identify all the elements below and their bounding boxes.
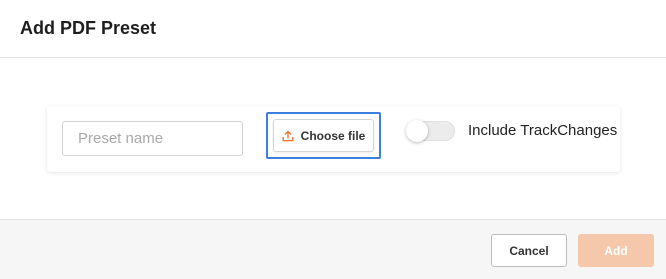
add-pdf-preset-dialog: Add PDF Preset Choose file Include Track… [0,0,666,279]
add-button[interactable]: Add [578,234,654,267]
preset-form-card: Choose file Include TrackChanges [47,106,620,172]
upload-icon [282,130,294,142]
track-changes-label: Include TrackChanges [468,122,618,139]
cancel-button[interactable]: Cancel [491,234,567,267]
dialog-header: Add PDF Preset [0,0,666,58]
toggle-knob [406,120,428,142]
dialog-body: Choose file Include TrackChanges [0,58,666,219]
track-changes-toggle[interactable] [406,120,455,142]
choose-file-button[interactable]: Choose file [273,119,374,152]
dialog-title: Add PDF Preset [20,18,157,38]
choose-file-label: Choose file [300,128,366,143]
dialog-footer: Cancel Add [0,219,666,279]
preset-name-input[interactable] [62,121,243,156]
